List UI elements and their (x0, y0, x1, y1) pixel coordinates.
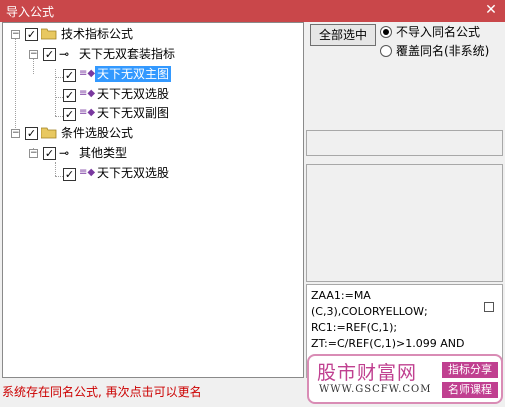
window-title: 导入公式 (6, 5, 55, 19)
checkbox[interactable]: ✓ (25, 28, 38, 41)
title-bar: 导入公式 ✕ (0, 0, 505, 22)
info-field (306, 130, 503, 156)
radio-label: 不导入同名公式 (396, 25, 481, 39)
tree-node-label: 天下无双套装指标 (79, 47, 176, 61)
checkbox[interactable]: ✓ (63, 89, 76, 102)
tree-node-label: 天下无双选股 (97, 166, 170, 180)
description-panel (306, 164, 503, 282)
tree-node-root-indicators[interactable]: − ✓ 技术指标公式 (3, 25, 303, 43)
tree-node-label: 天下无双选股 (97, 87, 170, 101)
tree-node-label: 技术指标公式 (61, 27, 134, 41)
formula-icon: ≡◆ (79, 167, 96, 178)
checkbox[interactable]: ✓ (43, 147, 56, 160)
code-line: (C,3),COLORYELLOW; (311, 305, 428, 318)
tree-item[interactable]: ✓ ≡◆ 天下无双主图 (3, 65, 303, 83)
watermark-logo: 股市财富网 WWW.GSCFW.COM 指标分享 名师课程 (307, 354, 503, 404)
options-panel: 全部选中 不导入同名公式 覆盖同名(非系统) ZAA1:=MA (C,3),CO… (306, 22, 505, 378)
collapse-icon[interactable]: − (11, 30, 20, 39)
tree-item[interactable]: ✓ ≡◆ 天下无双选股 (3, 164, 303, 182)
code-line: ZAA1:=MA (311, 289, 371, 302)
key-icon: ⊸ (59, 146, 70, 160)
formula-tree: − ✓ 技术指标公式 − ✓ ⊸ 天下无双套装指标 ✓ ≡◆ 天下无双主图 ✓ … (2, 22, 304, 378)
formula-icon: ≡◆ (79, 107, 96, 118)
close-icon[interactable]: ✕ (483, 1, 499, 19)
tree-node-group-suite[interactable]: − ✓ ⊸ 天下无双套装指标 (3, 45, 303, 63)
tree-item[interactable]: ✓ ≡◆ 天下无双选股 (3, 85, 303, 103)
tree-node-label: 条件选股公式 (61, 126, 134, 140)
radio-skip-duplicates[interactable] (380, 26, 392, 38)
collapse-icon[interactable]: − (11, 129, 20, 138)
radio-overwrite[interactable] (380, 45, 392, 57)
formula-icon: ≡◆ (79, 68, 96, 79)
formula-icon: ≡◆ (79, 88, 96, 99)
status-message: 系统存在同名公式, 再次点击可以更名 (2, 385, 202, 399)
tree-node-group-other[interactable]: − ✓ ⊸ 其他类型 (3, 144, 303, 162)
select-all-button[interactable]: 全部选中 (310, 24, 376, 46)
code-line: RC1:=REF(C,1); (311, 321, 398, 334)
tree-item[interactable]: ✓ ≡◆ 天下无双副图 (3, 104, 303, 122)
collapse-icon[interactable]: − (29, 149, 38, 158)
checkbox[interactable]: ✓ (63, 168, 76, 181)
radio-label: 覆盖同名(非系统) (396, 44, 490, 58)
watermark-site-name: 股市财富网 (317, 362, 418, 384)
code-line: ZT:=C/REF(C,1)>1.099 AND (311, 337, 465, 350)
key-icon: ⊸ (59, 47, 70, 61)
checkbox[interactable] (484, 302, 494, 312)
folder-icon (41, 127, 57, 139)
tree-node-root-screening[interactable]: − ✓ 条件选股公式 (3, 124, 303, 142)
watermark-tag: 名师课程 (442, 382, 498, 398)
tree-node-label: 天下无双主图 (95, 66, 172, 82)
checkbox[interactable]: ✓ (43, 48, 56, 61)
checkbox[interactable]: ✓ (63, 69, 76, 82)
watermark-url: WWW.GSCFW.COM (319, 384, 432, 395)
checkbox[interactable]: ✓ (63, 108, 76, 121)
folder-icon (41, 28, 57, 40)
tree-node-label: 其他类型 (79, 146, 128, 160)
watermark-tag: 指标分享 (442, 362, 498, 378)
checkbox[interactable]: ✓ (25, 127, 38, 140)
import-formula-dialog: 导入公式 ✕ − ✓ 技术指标公式 − ✓ ⊸ 天下无双套装指标 ✓ ≡◆ 天下… (0, 0, 505, 407)
tree-node-label: 天下无双副图 (97, 106, 170, 120)
collapse-icon[interactable]: − (29, 50, 38, 59)
